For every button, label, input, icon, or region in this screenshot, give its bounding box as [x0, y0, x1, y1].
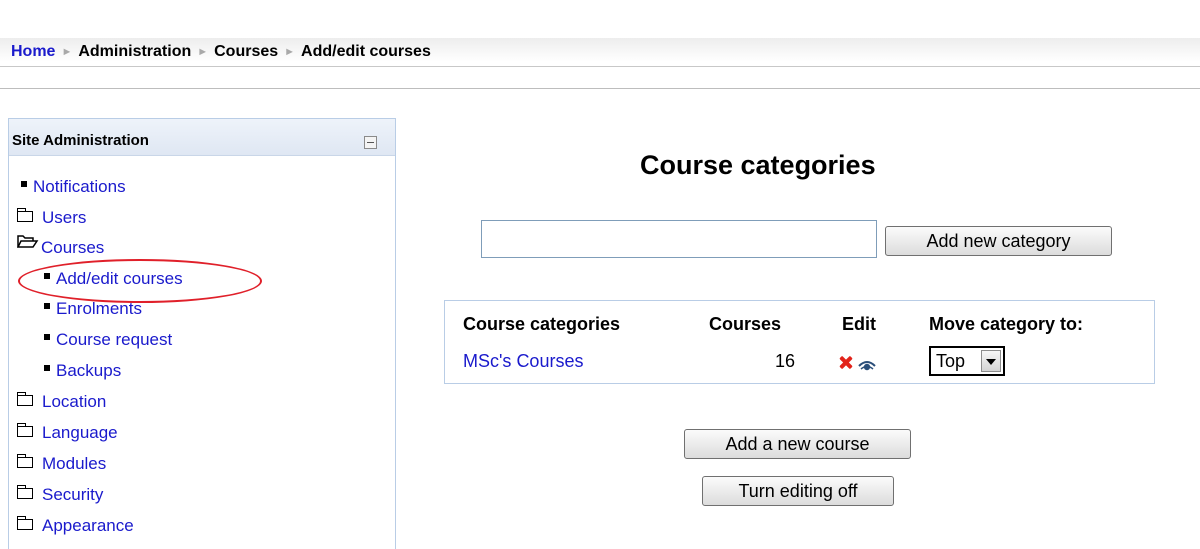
sidebar-item-location[interactable]: Location	[16, 392, 106, 420]
move-category-value: Top	[936, 351, 966, 371]
breadcrumb-current: Add/edit courses	[301, 43, 431, 60]
sidebar-item-label[interactable]: Users	[42, 208, 86, 227]
block-title: Site Administration	[12, 132, 149, 149]
sidebar-item-course-request[interactable]: Course request	[44, 330, 172, 358]
sidebar-item-backups[interactable]: Backups	[44, 361, 121, 389]
block-header: Site Administration	[9, 119, 395, 156]
delete-icon[interactable]	[839, 356, 852, 369]
breadcrumb-separator-icon: ►	[61, 46, 73, 58]
sidebar-item-users[interactable]: Users	[16, 208, 86, 236]
add-new-category-button[interactable]: Add new category	[885, 226, 1112, 256]
sidebar-item-enrolments[interactable]: Enrolments	[44, 299, 142, 327]
breadcrumb-courses-link[interactable]: Courses	[214, 43, 278, 60]
bullet-icon	[44, 365, 50, 371]
breadcrumb-separator-icon: ►	[284, 46, 296, 58]
bullet-icon	[44, 334, 50, 340]
collapse-icon[interactable]	[364, 136, 377, 149]
folder-icon	[16, 454, 33, 468]
chevron-down-icon[interactable]	[981, 350, 1001, 372]
add-new-course-button[interactable]: Add a new course	[684, 429, 911, 459]
sidebar-item-modules[interactable]: Modules	[16, 454, 106, 482]
column-header-move-category: Move category to:	[929, 314, 1084, 334]
folder-icon	[16, 516, 33, 530]
site-administration-block: Site Administration Notifications Users …	[8, 118, 396, 549]
sidebar-item-label[interactable]: Appearance	[42, 516, 134, 535]
sidebar-item-security[interactable]: Security	[16, 485, 103, 513]
folder-icon	[16, 423, 33, 437]
sidebar-item-language[interactable]: Language	[16, 423, 118, 451]
page-title: Course categories	[640, 150, 876, 180]
course-categories-table: Course categories Courses Edit Move cate…	[444, 300, 1155, 384]
breadcrumb-separator-icon: ►	[197, 46, 209, 58]
sidebar-item-label[interactable]: Backups	[56, 361, 121, 380]
sidebar-item-label[interactable]: Courses	[41, 238, 104, 257]
sidebar-item-label[interactable]: Modules	[42, 454, 106, 473]
category-link[interactable]: MSc's Courses	[463, 351, 583, 372]
column-header-courses: Courses	[709, 314, 782, 334]
breadcrumb: Home ► Administration ► Courses ► Add/edit cou…	[11, 43, 431, 61]
turn-editing-off-button[interactable]: Turn editing off	[702, 476, 894, 506]
breadcrumb-administration-link[interactable]: Administration	[78, 43, 191, 60]
folder-open-icon	[17, 235, 39, 253]
highlight-circle	[18, 259, 262, 303]
sidebar-item-appearance[interactable]: Appearance	[16, 516, 134, 544]
folder-icon	[16, 485, 33, 499]
sidebar-item-label[interactable]: Location	[42, 392, 106, 411]
bullet-icon	[44, 303, 50, 309]
sidebar-item-label[interactable]: Language	[42, 423, 118, 442]
column-header-edit: Edit	[842, 314, 876, 334]
sidebar-item-label[interactable]: Notifications	[33, 177, 126, 196]
sidebar-item-label[interactable]: Security	[42, 485, 103, 504]
eye-icon[interactable]	[857, 356, 877, 372]
column-header-course-categories: Course categories	[463, 314, 621, 334]
move-category-select[interactable]: Top	[929, 346, 1005, 376]
folder-icon	[16, 392, 33, 406]
course-count: 16	[775, 351, 796, 371]
breadcrumb-home-link[interactable]: Home	[11, 43, 55, 60]
folder-icon	[16, 208, 33, 222]
sidebar-item-label[interactable]: Course request	[56, 330, 172, 349]
new-category-input[interactable]	[481, 220, 877, 258]
navbar-divider	[0, 88, 1200, 89]
bullet-icon	[21, 181, 27, 187]
sidebar-item-notifications[interactable]: Notifications	[21, 177, 126, 205]
navbar: Home ► Administration ► Courses ► Add/edit cou…	[0, 38, 1200, 89]
